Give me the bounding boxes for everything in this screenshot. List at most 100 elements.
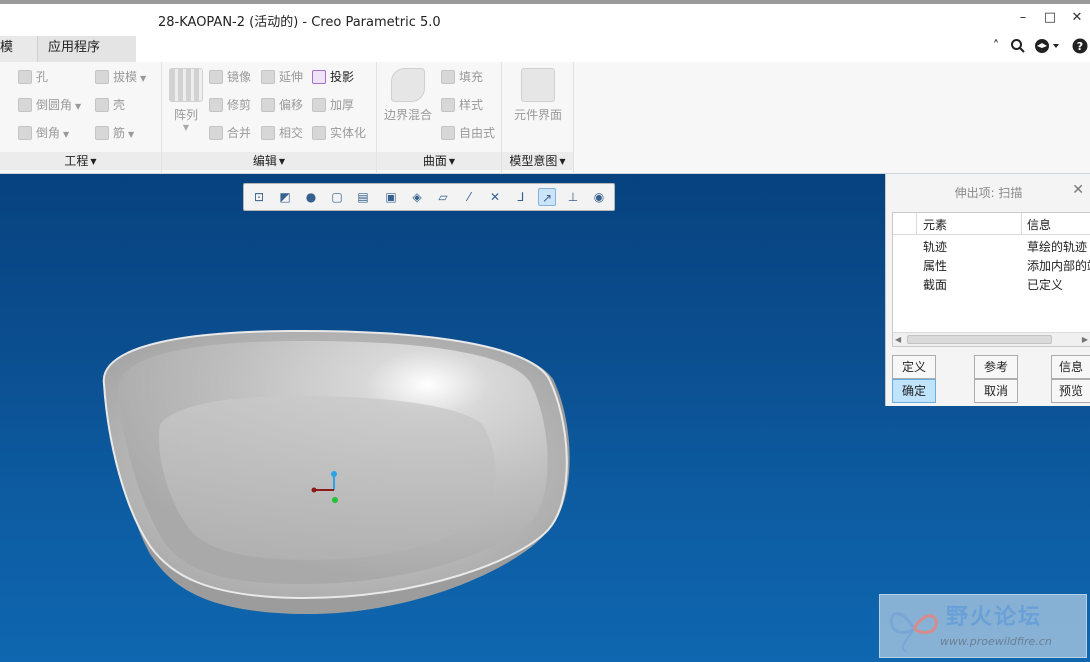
thicken-icon — [312, 98, 326, 112]
round-icon — [18, 98, 32, 112]
window-title: 28-KAOPAN-2 (活动的) - Creo Parametric 5.0 — [158, 15, 441, 30]
cancel-button[interactable]: 取消 — [974, 379, 1018, 403]
project-icon — [312, 70, 326, 84]
group-model-intent-label[interactable]: 模型意图 ▼ — [502, 152, 573, 170]
offset-command[interactable]: 偏移 — [261, 96, 303, 114]
saved-views-icon[interactable]: ▤ — [354, 188, 372, 206]
group-edit-label[interactable]: 编辑 ▼ — [162, 152, 376, 170]
solidify-command[interactable]: 实体化 — [312, 124, 366, 142]
boundary-blend-icon — [391, 68, 425, 102]
intersect-icon — [261, 126, 275, 140]
title-bar: 28-KAOPAN-2 (活动的) - Creo Parametric 5.0 … — [0, 4, 1090, 36]
caret-up-icon[interactable]: ˄ — [989, 38, 1003, 56]
pattern-icon — [169, 68, 203, 102]
project-command[interactable]: 投影 — [312, 68, 354, 86]
datum-axes-icon[interactable]: ↗ — [538, 188, 556, 206]
perspective-icon[interactable]: ▱ — [434, 188, 452, 206]
references-button[interactable]: 参考 — [974, 355, 1018, 379]
offset-icon — [261, 98, 275, 112]
zoom-out-icon[interactable]: ● — [302, 188, 320, 206]
component-interface-icon — [521, 68, 555, 102]
mirror-icon — [209, 70, 223, 84]
close-icon[interactable]: ✕ — [1072, 182, 1084, 198]
preview-button[interactable]: 预览 — [1051, 379, 1090, 403]
svg-text:?: ? — [1077, 40, 1083, 53]
shell-icon — [95, 98, 109, 112]
datum-csys-icon[interactable]: ⅃ — [512, 188, 530, 206]
pattern-button[interactable]: 阵列 ▼ — [168, 68, 204, 132]
display-style-icon[interactable]: ◈ — [408, 188, 426, 206]
annotations-icon[interactable]: ⊥ — [564, 188, 582, 206]
draft-command[interactable]: 拔模 ▼ — [95, 68, 146, 86]
maximize-button[interactable]: □ — [1040, 10, 1060, 26]
ribbon: 孔 拔模 ▼ 倒圆角 ▼ 壳 倒角 ▼ 筋 ▼ 工程 ▼ 阵列 ▼ 镜像 延伸 投影 修剪… — [0, 62, 1090, 174]
intersect-command[interactable]: 相交 — [261, 124, 303, 142]
table-row[interactable]: 轨迹 草绘的轨迹 — [893, 237, 1090, 256]
column-info: 信息 — [1027, 218, 1052, 232]
draft-icon — [95, 70, 109, 84]
merge-icon — [209, 126, 223, 140]
help-icon[interactable]: ? — [1071, 38, 1089, 56]
group-model-intent: 元件界面 模型意图 ▼ — [502, 62, 574, 174]
zoom-in-icon[interactable]: ◩ — [276, 188, 294, 206]
hole-command[interactable]: 孔 — [18, 68, 48, 86]
merge-command[interactable]: 合并 — [209, 124, 251, 142]
rib-icon — [95, 126, 109, 140]
scroll-left-icon[interactable]: ◀ — [895, 333, 901, 346]
group-surfaces-label[interactable]: 曲面 ▼ — [377, 152, 501, 170]
datum-points-icon[interactable]: ✕ — [486, 188, 504, 206]
minimize-button[interactable]: – — [1013, 10, 1033, 26]
style-command[interactable]: 样式 — [441, 96, 483, 114]
extend-command[interactable]: 延伸 — [261, 68, 303, 86]
fill-icon — [441, 70, 455, 84]
butterfly-logo-icon — [889, 612, 938, 652]
watermark-url: www.proewildfire.cn — [940, 635, 1052, 648]
group-surfaces: 边界混合 填充 样式 自由式 曲面 ▼ — [377, 62, 502, 174]
z-axis-dot — [332, 497, 338, 503]
scroll-right-icon[interactable]: ▶ — [1082, 333, 1088, 346]
close-window-button[interactable]: ✕ — [1067, 10, 1087, 26]
group-edit: 阵列 ▼ 镜像 延伸 投影 修剪 偏移 加厚 合并 相交 实体化 编辑 ▼ — [162, 62, 377, 174]
hole-icon — [18, 70, 32, 84]
round-command[interactable]: 倒圆角 ▼ — [18, 96, 81, 114]
column-element: 元素 — [923, 218, 948, 232]
tab-applications[interactable]: 应用程序 — [38, 36, 136, 62]
extend-icon — [261, 70, 275, 84]
group-engineering-label[interactable]: 工程 ▼ — [0, 152, 161, 170]
tab-model[interactable]: 模 — [0, 36, 38, 62]
datum-planes-icon[interactable]: ⁄ — [460, 188, 478, 206]
boundary-blend-button[interactable]: 边界混合 — [381, 68, 435, 123]
table-row[interactable]: 截面 已定义 — [893, 275, 1090, 294]
view-manager-icon[interactable]: ▣ — [382, 188, 400, 206]
scroll-thumb[interactable] — [907, 335, 1052, 344]
trim-command[interactable]: 修剪 — [209, 96, 251, 114]
chamfer-icon — [18, 126, 32, 140]
rib-command[interactable]: 筋 ▼ — [95, 124, 134, 142]
community-icon[interactable] — [1033, 38, 1061, 56]
dialog-title: 伸出项: 扫描 — [954, 186, 1023, 200]
thicken-command[interactable]: 加厚 — [312, 96, 354, 114]
zoom-refit-icon[interactable]: ⊡ — [250, 188, 268, 206]
horizontal-scrollbar[interactable]: ◀ ▶ — [893, 332, 1090, 346]
ok-button[interactable]: 确定 — [892, 379, 936, 403]
info-button[interactable]: 信息 — [1051, 355, 1090, 379]
freestyle-icon — [441, 126, 455, 140]
freestyle-command[interactable]: 自由式 — [441, 124, 495, 142]
forum-watermark: 野火论坛 www.proewildfire.cn — [879, 594, 1087, 658]
solidify-icon — [312, 126, 326, 140]
define-button[interactable]: 定义 — [892, 355, 936, 379]
table-row[interactable]: 属性 添加内部的端面 — [893, 256, 1090, 275]
group-engineering: 孔 拔模 ▼ 倒圆角 ▼ 壳 倒角 ▼ 筋 ▼ 工程 ▼ — [0, 62, 162, 174]
sweep-feature-dialog: 伸出项: 扫描 ✕ 元素 信息 轨迹 草绘的轨迹 属性 添加内部的端面 截面 已… — [885, 174, 1090, 406]
mirror-command[interactable]: 镜像 — [209, 68, 251, 86]
spin-center-icon[interactable]: ◉ — [590, 188, 608, 206]
watermark-title: 野火论坛 — [946, 605, 1043, 630]
chamfer-command[interactable]: 倒角 ▼ — [18, 124, 69, 142]
view-toolbar: ⊡ ◩ ● ▢ ▤ ▣ ◈ ▱ ⁄ ✕ ⅃ ↗ ⊥ ◉ — [243, 183, 615, 211]
table-header: 元素 信息 — [893, 213, 1090, 235]
search-icon[interactable] — [1009, 38, 1027, 56]
repaint-icon[interactable]: ▢ — [328, 188, 346, 206]
component-interface-button[interactable]: 元件界面 — [508, 68, 568, 123]
shell-command[interactable]: 壳 — [95, 96, 125, 114]
fill-command[interactable]: 填充 — [441, 68, 483, 86]
